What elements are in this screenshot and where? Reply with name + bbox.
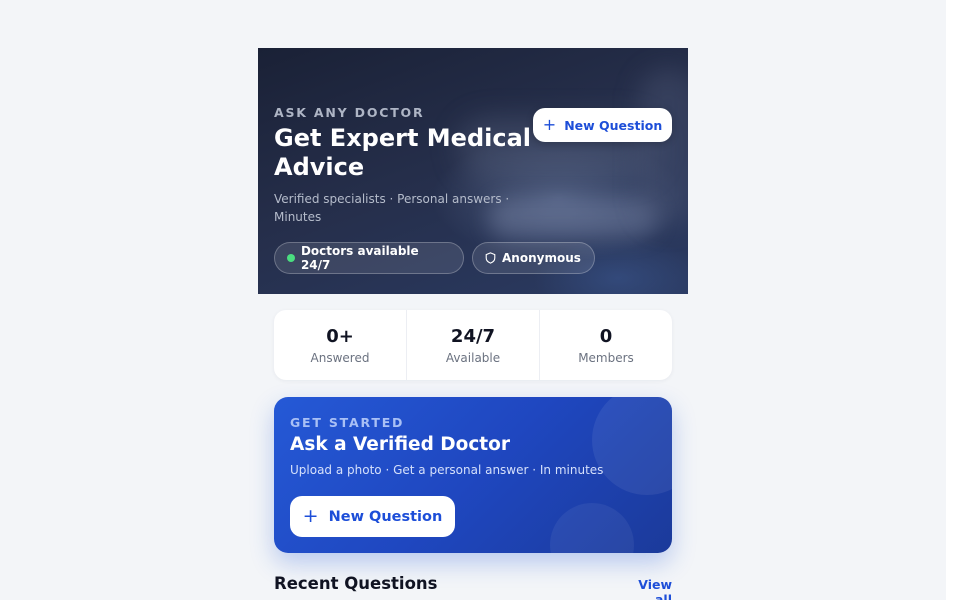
- cta-eyebrow: GET STARTED: [290, 415, 405, 430]
- badge-label: Doctors available 24/7: [300, 244, 419, 272]
- decorative-circle: [592, 397, 672, 495]
- stat-label: Members: [578, 350, 634, 365]
- cta-title: Ask a Verified Doctor: [290, 434, 510, 455]
- app-screen: ASK ANY DOCTOR Get Expert Medical Advice…: [258, 48, 688, 600]
- stat-label: Answered: [310, 350, 370, 365]
- status-dot-icon: [287, 254, 295, 262]
- stat-value: 0+: [326, 325, 354, 347]
- new-question-label: New Question: [564, 117, 663, 133]
- hero-subtitle: Verified specialists · Personal answers …: [274, 192, 510, 224]
- hero-banner: ASK ANY DOCTOR Get Expert Medical Advice…: [258, 48, 688, 294]
- shield-icon: [485, 252, 496, 264]
- hero-eyebrow: ASK ANY DOCTOR: [274, 105, 425, 120]
- view-all-link[interactable]: View all: [618, 577, 672, 600]
- stat-value: 24/7: [450, 325, 496, 347]
- cta-new-question-button[interactable]: + New Question: [290, 496, 455, 537]
- stat-members: 0 Members: [540, 310, 672, 380]
- window-edge: [946, 0, 960, 600]
- hero-background-image-detail: [638, 68, 688, 228]
- stats-card: 0+ Answered 24/7 Available 0 Members: [274, 310, 672, 380]
- recent-questions-heading: Recent Questions: [274, 574, 438, 593]
- cta-subtitle: Upload a photo · Get a personal answer ·…: [290, 463, 604, 477]
- badge-doctors-available: Doctors available 24/7: [274, 242, 464, 274]
- stat-available: 24/7 Available: [407, 310, 540, 380]
- stat-value: 0: [599, 325, 613, 347]
- new-question-button[interactable]: + New Question: [533, 108, 672, 142]
- badge-anonymous: Anonymous: [472, 242, 595, 274]
- cta-button-label: New Question: [328, 508, 443, 525]
- ask-doctor-cta-card: GET STARTED Ask a Verified Doctor Upload…: [274, 397, 672, 553]
- plus-icon: +: [542, 115, 557, 134]
- decorative-circle: [550, 503, 634, 553]
- stat-label: Available: [445, 350, 501, 365]
- plus-icon: +: [302, 505, 319, 527]
- badge-label: Anonymous: [502, 251, 581, 265]
- hero-title: Get Expert Medical Advice: [274, 124, 532, 181]
- stat-answered: 0+ Answered: [274, 310, 407, 380]
